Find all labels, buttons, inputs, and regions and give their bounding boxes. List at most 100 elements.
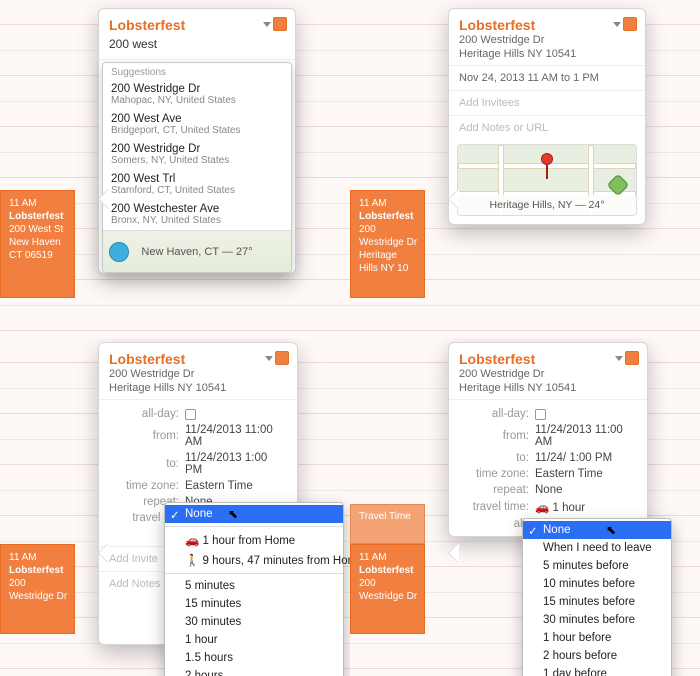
timezone-label: time zone: (109, 480, 179, 492)
chevron-down-icon (615, 356, 623, 361)
allday-checkbox[interactable] (185, 409, 196, 420)
event-title: Lobsterfest (359, 210, 418, 223)
add-invitees-row[interactable]: Add Invitees (449, 91, 645, 116)
calendar-color-picker[interactable] (265, 351, 289, 365)
event-title: Lobsterfest (9, 564, 68, 577)
menu-item[interactable]: 2 hours before (523, 647, 671, 665)
suggestion-item[interactable]: 200 West TrlStamford, CT, United States (103, 170, 291, 200)
to-value[interactable]: 11/24/ 1:00 PM (535, 452, 637, 464)
suggestion-item[interactable]: 200 Westchester AveBronx, NY, United Sta… (103, 200, 291, 230)
map-pin-icon (541, 153, 553, 179)
from-value[interactable]: 11/24/2013 11:00 AM (185, 424, 287, 448)
menu-item[interactable]: 5 minutes before (523, 557, 671, 575)
chevron-down-icon (263, 22, 271, 27)
travel-time-menu[interactable]: None 🚗 1 hour from Home 🚶 9 hours, 47 mi… (164, 502, 344, 676)
popover-title[interactable]: Lobsterfest (459, 351, 637, 367)
chevron-down-icon (613, 22, 621, 27)
color-swatch (275, 351, 289, 365)
popover-address-line2: Heritage Hills NY 10541 (459, 382, 637, 395)
from-value[interactable]: 11/24/2013 11:00 AM (535, 424, 637, 448)
event-time: 11 AM (359, 197, 418, 210)
calendar-event[interactable]: 11 AM Lobsterfest 200 Westridge Dr Herit… (350, 190, 425, 298)
travel-time-value[interactable]: 🚗 1 hour (535, 500, 637, 514)
travel-time-label: Travel Time (359, 511, 418, 522)
timezone-value[interactable]: Eastern Time (185, 480, 287, 492)
to-label: to: (109, 458, 179, 470)
menu-item[interactable]: 1.5 hours (165, 649, 343, 667)
allday-label: all-day: (459, 408, 529, 420)
color-swatch (273, 17, 287, 31)
event-location: 200 West St New Haven CT 06519 (9, 223, 68, 262)
menu-item[interactable]: 1 day before (523, 665, 671, 676)
alert-menu[interactable]: None When I need to leave 5 minutes befo… (522, 518, 672, 676)
repeat-label: repeat: (459, 484, 529, 496)
pedestrian-icon: 🚶 (185, 555, 203, 567)
event-time: 11 AM (9, 197, 68, 210)
event-popover: Lobsterfest Suggestions 200 Westridge Dr… (98, 8, 296, 274)
from-label: from: (459, 430, 529, 442)
popover-title[interactable]: Lobsterfest (459, 17, 635, 33)
calendar-color-picker[interactable] (615, 351, 639, 365)
map-preview[interactable]: Heritage Hills, NY — 24° (457, 144, 637, 216)
calendar-event[interactable]: 11 AM Lobsterfest 200 West St New Haven … (0, 190, 75, 298)
suggestion-item[interactable]: 200 Westridge DrMahopac, NY, United Stat… (103, 80, 291, 110)
current-location-icon (109, 242, 129, 262)
travel-time-block[interactable]: Travel Time (350, 504, 425, 544)
location-suggestions: Suggestions 200 Westridge DrMahopac, NY,… (102, 62, 292, 273)
menu-item[interactable]: 10 minutes before (523, 575, 671, 593)
event-title: Lobsterfest (359, 564, 418, 577)
event-popover: Lobsterfest 200 Westridge Dr Heritage Hi… (448, 8, 646, 225)
event-time: 11 AM (9, 551, 68, 564)
menu-item[interactable]: 1 hour (165, 631, 343, 649)
location-input[interactable] (109, 33, 285, 55)
popover-title[interactable]: Lobsterfest (109, 351, 287, 367)
menu-item[interactable]: 30 minutes (165, 613, 343, 631)
datetime-row[interactable]: Nov 24, 2013 11 AM to 1 PM (449, 66, 645, 91)
menu-item[interactable]: 5 minutes (165, 577, 343, 595)
calendar-event[interactable]: 11 AM Lobsterfest 200 Westridge Dr (0, 544, 75, 634)
event-popover: Lobsterfest 200 Westridge Dr Heritage Hi… (448, 342, 648, 537)
event-location: 200 Westridge Dr (9, 577, 68, 603)
menu-item[interactable]: 1 hour before (523, 629, 671, 647)
popover-address-line1: 200 Westridge Dr (459, 368, 637, 381)
suggestion-item[interactable]: 200 Westridge DrSomers, NY, United State… (103, 140, 291, 170)
menu-item[interactable]: 30 minutes before (523, 611, 671, 629)
popover-title[interactable]: Lobsterfest (109, 17, 285, 33)
menu-item[interactable]: 2 hours (165, 667, 343, 676)
menu-item-none[interactable]: None (165, 505, 343, 523)
alert-label: ale (459, 518, 529, 530)
allday-label: all-day: (109, 408, 179, 420)
repeat-value[interactable]: None (535, 484, 637, 496)
menu-item[interactable]: 15 minutes (165, 595, 343, 613)
car-icon: 🚗 (185, 535, 203, 547)
map-footer: New Haven, CT — 27° (103, 230, 291, 272)
weather-label: Heritage Hills, NY — 24° (458, 195, 636, 215)
popover-address-line1: 200 Westridge Dr (109, 368, 287, 381)
from-label: from: (109, 430, 179, 442)
menu-item[interactable]: When I need to leave (523, 539, 671, 557)
suggestions-header: Suggestions (103, 63, 291, 80)
event-title: Lobsterfest (9, 210, 68, 223)
calendar-event[interactable]: 11 AM Lobsterfest 200 Westridge Dr (350, 544, 425, 634)
suggestion-item[interactable]: 200 West AveBridgeport, CT, United State… (103, 110, 291, 140)
popover-address-line2: Heritage Hills NY 10541 (109, 382, 287, 395)
to-label: to: (459, 452, 529, 464)
event-location: 200 Westridge Dr (359, 577, 418, 603)
to-value[interactable]: 11/24/2013 1:00 PM (185, 452, 287, 476)
menu-item-walk[interactable]: 🚶 9 hours, 47 minutes from Home (165, 550, 343, 570)
menu-item-none[interactable]: None (523, 521, 671, 539)
timezone-value[interactable]: Eastern Time (535, 468, 637, 480)
weather-label: New Haven, CT — 27° (141, 246, 252, 258)
calendar-color-picker[interactable] (613, 17, 637, 31)
menu-item[interactable]: 15 minutes before (523, 593, 671, 611)
menu-item-drive[interactable]: 🚗 1 hour from Home (165, 530, 343, 550)
allday-checkbox[interactable] (535, 409, 546, 420)
timezone-label: time zone: (459, 468, 529, 480)
color-swatch (625, 351, 639, 365)
add-notes-row[interactable]: Add Notes or URL (449, 116, 645, 140)
calendar-color-picker[interactable] (263, 17, 287, 31)
event-time: 11 AM (359, 551, 418, 564)
chevron-down-icon (265, 356, 273, 361)
event-location: 200 Westridge Dr Heritage Hills NY 10 (359, 223, 418, 275)
travel-time-label: travel time: (459, 501, 529, 513)
